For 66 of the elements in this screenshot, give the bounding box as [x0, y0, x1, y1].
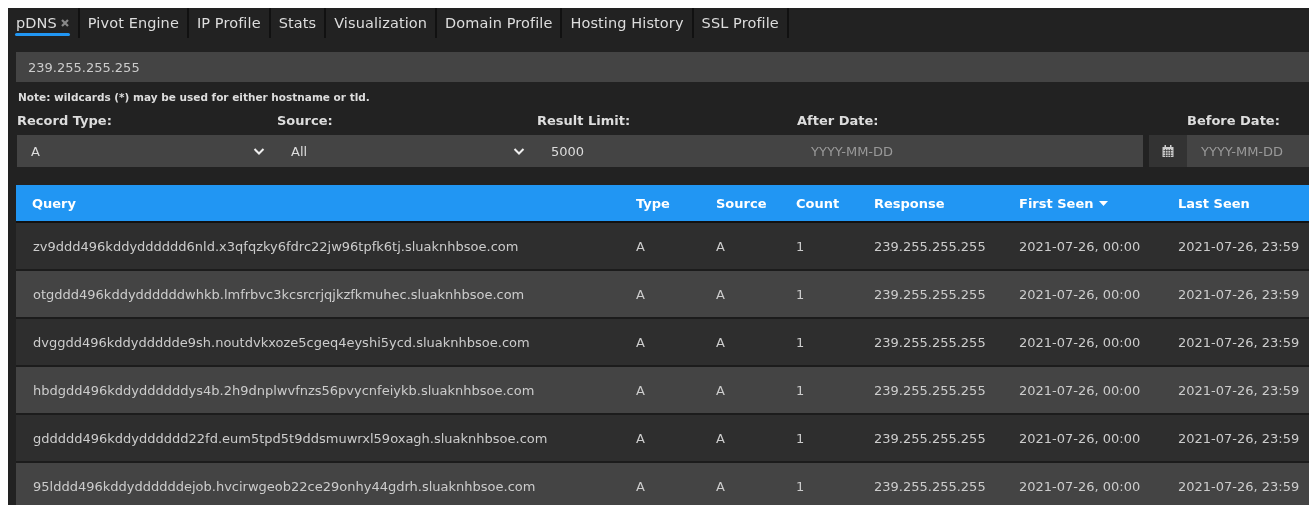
tab[interactable]: Domain Profile — [437, 8, 563, 38]
filter-label: Record Type: — [17, 113, 112, 128]
table-cell: 1 — [780, 318, 858, 366]
table-cell: A — [620, 414, 700, 462]
table-cell: 2021-07-26, 23:59 — [1162, 414, 1309, 462]
table-cell: A — [700, 414, 780, 462]
calendar-button[interactable] — [1149, 135, 1187, 167]
chevron-down-icon — [513, 147, 525, 155]
table-cell: A — [620, 462, 700, 505]
table-cell: 1 — [780, 222, 858, 270]
query-cell: 95lddd496kddyddddddejob.hvcirwgeob22ce29onhy44gdrh.sluaknhbsoe.com — [16, 462, 620, 505]
tab[interactable]: SSL Profile — [693, 8, 789, 38]
query-cell: dvggdd496kddyddddde9sh.noutdvkxoze5cgeq4eyshi5ycd.sluaknhbsoe.com — [16, 318, 620, 366]
table-cell: 239.255.255.255 — [858, 222, 1003, 270]
table-cell: A — [620, 270, 700, 318]
table-cell: 2021-07-26, 00:00 — [1003, 414, 1162, 462]
tab[interactable]: Stats — [270, 8, 327, 38]
dropdown[interactable]: A — [17, 135, 277, 167]
table-cell: 239.255.255.255 — [858, 462, 1003, 505]
search-field[interactable]: 239.255.255.255 — [16, 52, 1309, 82]
wildcard-note: Note: wildcards (*) may be used for either hostname or tld. — [18, 91, 371, 103]
table-cell: 239.255.255.255 — [858, 318, 1003, 366]
table-cell: 1 — [780, 366, 858, 414]
table-cell: A — [700, 318, 780, 366]
tab[interactable]: IP Profile — [188, 8, 271, 38]
date-field[interactable]: YYYY-MM-DD — [797, 135, 1143, 167]
tab[interactable]: pDNS — [8, 8, 80, 38]
table-cell: 2021-07-26, 00:00 — [1003, 366, 1162, 414]
tab[interactable]: Pivot Engine — [79, 8, 189, 38]
table-cell: A — [620, 366, 700, 414]
table-cell: 239.255.255.255 — [858, 366, 1003, 414]
table-cell: A — [700, 222, 780, 270]
query-cell: gddddd496kddydddddd22fd.eum5tpd5t9ddsmuwrxl59oxagh.sluaknhbsoe.com — [16, 414, 620, 462]
calendar-icon — [1162, 145, 1174, 157]
date-field[interactable]: YYYY-MM-DD — [1187, 135, 1309, 167]
table-cell: 2021-07-26, 00:00 — [1003, 462, 1162, 505]
table-cell: 239.255.255.255 — [858, 414, 1003, 462]
table-cell: 1 — [780, 414, 858, 462]
query-cell: hbdgdd496kddyddddddys4b.2h9dnplwvfnzs56pvycnfeiykb.sluaknhbsoe.com — [16, 366, 620, 414]
table-cell: 2021-07-26, 23:59 — [1162, 462, 1309, 505]
filter-label: Result Limit: — [537, 113, 631, 128]
table-cell: 1 — [780, 462, 858, 505]
query-cell: zv9ddd496kddydddddd6nld.x3qfqzky6fdrc22jw96tpfk6tj.sluaknhbsoe.com — [16, 222, 620, 270]
table-cell: 2021-07-26, 00:00 — [1003, 318, 1162, 366]
table-cell: A — [620, 318, 700, 366]
chevron-down-icon — [253, 147, 265, 155]
query-cell: otgddd496kddyddddddwhkb.lmfrbvc3kcsrcrjqjkzfkmuhec.sluaknhbsoe.com — [16, 270, 620, 318]
table-cell: 2021-07-26, 23:59 — [1162, 270, 1309, 318]
tab[interactable]: Visualization — [326, 8, 438, 38]
limit-field[interactable]: 5000 — [537, 135, 797, 167]
table-cell: 2021-07-26, 00:00 — [1003, 222, 1162, 270]
table-cell: 239.255.255.255 — [858, 270, 1003, 318]
filter-label: Before Date: — [1187, 113, 1280, 128]
filter-label: After Date: — [797, 113, 879, 128]
table-cell: 2021-07-26, 23:59 — [1162, 222, 1309, 270]
table-cell: 2021-07-26, 23:59 — [1162, 366, 1309, 414]
table-cell: 1 — [780, 270, 858, 318]
table-cell: A — [700, 366, 780, 414]
tab[interactable]: Hosting History — [562, 8, 694, 38]
filter-label: Source: — [277, 113, 333, 128]
table-cell: A — [620, 222, 700, 270]
table-cell: A — [700, 270, 780, 318]
table-cell: 2021-07-26, 00:00 — [1003, 270, 1162, 318]
dropdown[interactable]: All — [277, 135, 537, 167]
table-cell: A — [700, 462, 780, 505]
table-cell: 2021-07-26, 23:59 — [1162, 318, 1309, 366]
